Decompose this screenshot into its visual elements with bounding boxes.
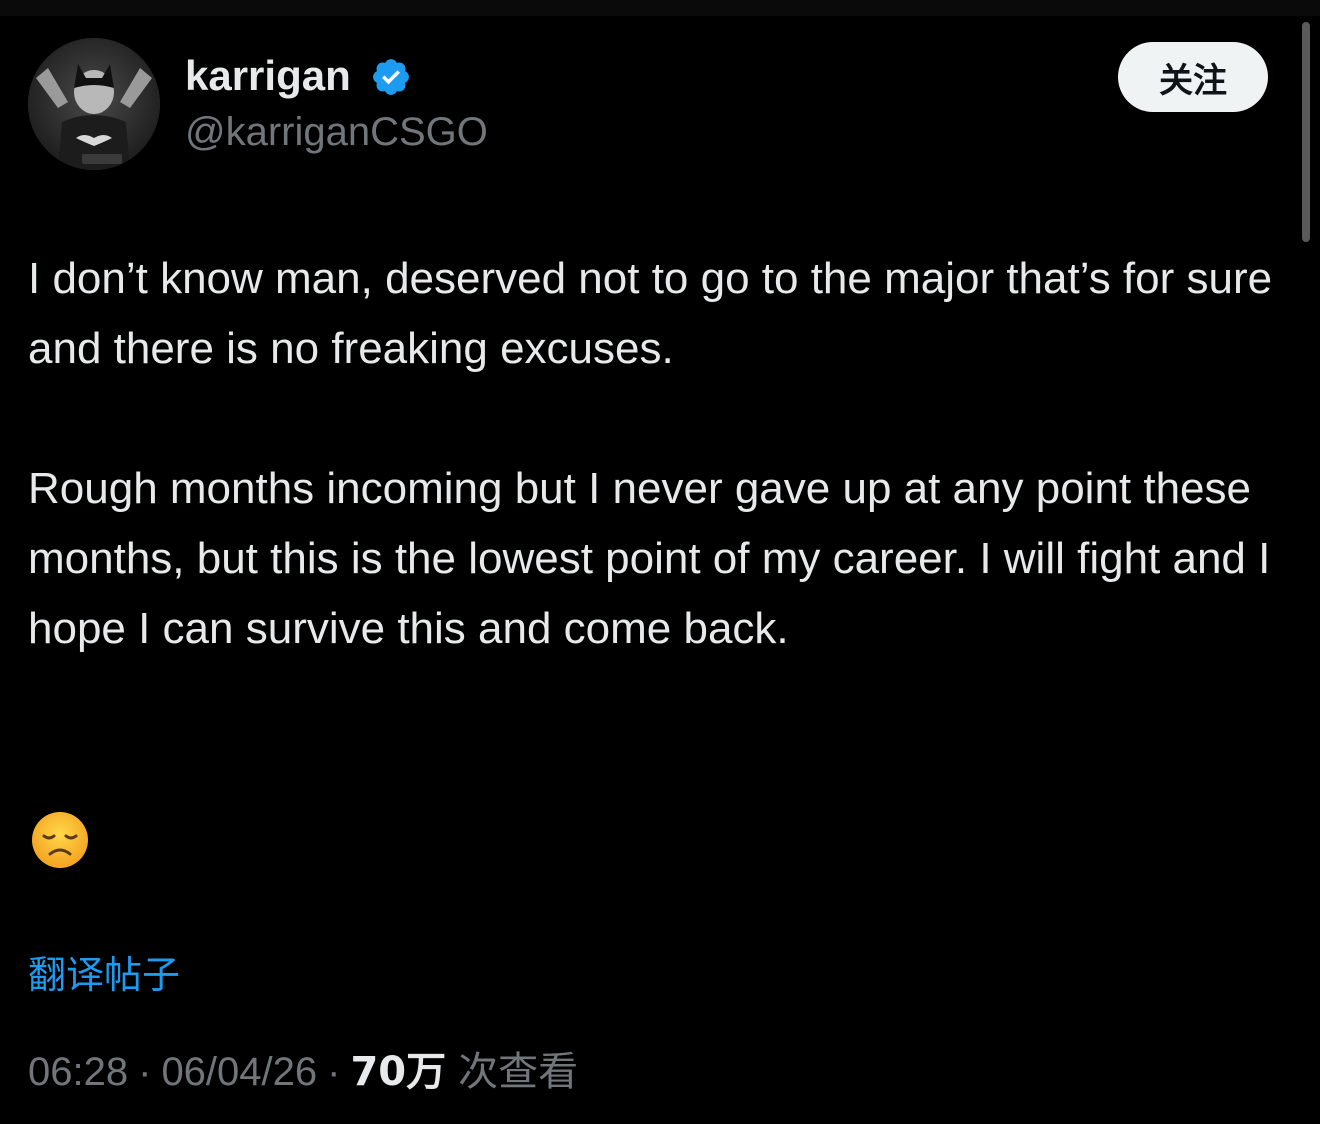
tweet-meta: 06:28 · 06/04/26 · 70万 次查看 xyxy=(28,1046,578,1098)
follow-button[interactable]: 关注 xyxy=(1118,42,1268,112)
scrollbar-thumb[interactable] xyxy=(1302,22,1310,242)
tweet-date[interactable]: 06/04/26 xyxy=(161,1046,317,1098)
author-handle[interactable]: @karriganCSGO xyxy=(185,108,488,156)
tweet-paragraph: I don’t know man, deserved not to go to … xyxy=(28,254,1273,373)
views-label: 次查看 xyxy=(458,1049,579,1095)
author-avatar[interactable] xyxy=(28,38,160,170)
views-count[interactable]: 70万 xyxy=(350,1046,446,1098)
avatar-photo-icon xyxy=(28,38,160,170)
meta-separator: · xyxy=(327,1050,341,1094)
tweet-paragraph: Rough months incoming but I never gave u… xyxy=(28,464,1271,653)
top-status-strip xyxy=(0,0,1320,16)
verified-badge-icon xyxy=(370,56,412,98)
meta-separator: · xyxy=(138,1050,152,1094)
translate-post-link[interactable]: 翻译帖子 xyxy=(28,950,180,1000)
disappointed-face-emoji-icon xyxy=(30,810,90,870)
tweet-time[interactable]: 06:28 xyxy=(28,1046,128,1098)
author-display-name[interactable]: karrigan xyxy=(185,52,351,100)
tweet-body: I don’t know man, deserved not to go to … xyxy=(28,244,1298,664)
